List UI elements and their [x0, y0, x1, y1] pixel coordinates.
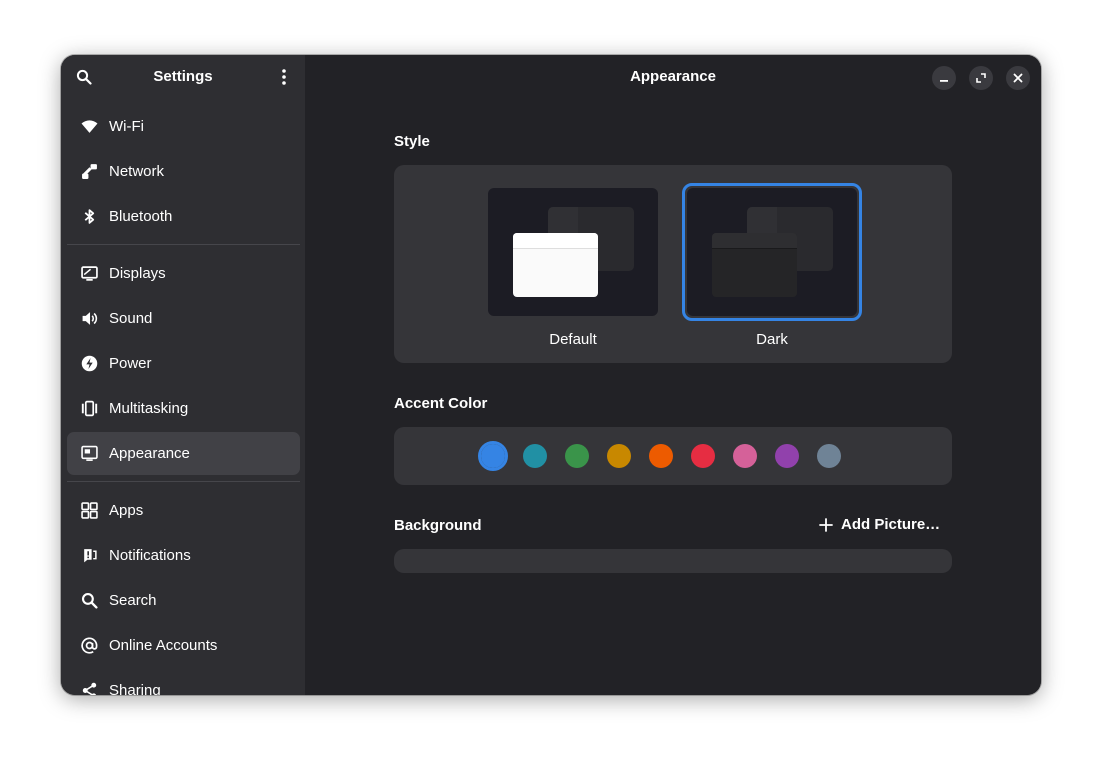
- app-title: Settings: [153, 68, 213, 85]
- display-icon: [80, 265, 98, 283]
- notifications-icon: [80, 547, 98, 565]
- sidebar-item-label: Search: [109, 592, 157, 609]
- apps-grid-icon: [80, 502, 98, 520]
- plus-icon: [819, 517, 833, 532]
- accent-color-heading: Accent Color: [394, 395, 488, 412]
- style-heading: Style: [394, 133, 430, 150]
- sidebar-item-label: Notifications: [109, 547, 191, 564]
- sidebar-item-bluetooth[interactable]: Bluetooth: [67, 195, 300, 238]
- accent-color-swatch[interactable]: [523, 444, 547, 468]
- background-gallery: [394, 549, 952, 573]
- accent-color-swatch[interactable]: [691, 444, 715, 468]
- accent-color-card: [394, 427, 952, 485]
- accent-color-swatch[interactable]: [481, 444, 505, 468]
- sidebar-item-power[interactable]: Power: [67, 342, 300, 385]
- sidebar-item-appearance[interactable]: Appearance: [67, 432, 300, 475]
- minimize-icon: [940, 80, 948, 82]
- add-picture-label: Add Picture…: [841, 516, 941, 533]
- multitasking-icon: [80, 400, 98, 418]
- sidebar-header: Settings: [61, 55, 305, 101]
- main-menu-button[interactable]: [277, 67, 291, 87]
- sidebar-item-notifications[interactable]: Notifications: [67, 534, 300, 577]
- sidebar-item-label: Power: [109, 355, 152, 372]
- sidebar-item-label: Apps: [109, 502, 144, 519]
- style-option-label: Dark: [756, 331, 788, 348]
- accent-color-swatch[interactable]: [565, 444, 589, 468]
- add-picture-button[interactable]: Add Picture…: [819, 516, 940, 533]
- close-icon: [1013, 73, 1023, 83]
- sidebar-item-label: Network: [109, 163, 165, 180]
- sidebar-item-apps[interactable]: Apps: [67, 489, 300, 532]
- main-content: Appearance Style Default Dark Accent Col…: [305, 55, 1041, 695]
- accent-color-swatch[interactable]: [817, 444, 841, 468]
- sidebar-list: Wi-Fi Network Bluetooth Displays Sound P…: [67, 105, 300, 695]
- style-card: Default Dark: [394, 165, 952, 363]
- wifi-icon: [80, 118, 98, 136]
- sidebar: Settings Wi-Fi Network Bluetooth Display…: [61, 55, 305, 695]
- maximize-button[interactable]: [969, 66, 993, 90]
- sidebar-item-label: Displays: [109, 265, 166, 282]
- close-button[interactable]: [1006, 66, 1030, 90]
- sidebar-item-label: Wi-Fi: [109, 118, 144, 135]
- dark-preview: [687, 188, 857, 316]
- share-icon: [80, 682, 98, 695]
- accent-color-swatch[interactable]: [649, 444, 673, 468]
- sidebar-item-label: Bluetooth: [109, 208, 173, 225]
- accent-color-swatch[interactable]: [607, 444, 631, 468]
- sidebar-item-sharing[interactable]: Sharing: [67, 669, 300, 695]
- sidebar-item-search[interactable]: Search: [67, 579, 300, 622]
- bluetooth-icon: [80, 208, 98, 226]
- accent-color-swatch[interactable]: [775, 444, 799, 468]
- header-bar: Appearance: [305, 55, 1041, 101]
- sidebar-item-label: Sound: [109, 310, 153, 327]
- sidebar-item-displays[interactable]: Displays: [67, 252, 300, 295]
- style-option-default[interactable]: Default: [488, 188, 658, 348]
- default-preview: [488, 188, 658, 316]
- sidebar-separator: [67, 244, 300, 245]
- sidebar-item-label: Sharing: [109, 682, 161, 695]
- sidebar-item-network[interactable]: Network: [67, 150, 300, 193]
- sidebar-item-online-accounts[interactable]: Online Accounts: [67, 624, 300, 667]
- accent-color-swatch[interactable]: [733, 444, 757, 468]
- search-icon: [80, 592, 98, 610]
- at-sign-icon: [80, 637, 98, 655]
- network-icon: [80, 163, 98, 181]
- sidebar-item-label: Appearance: [109, 445, 190, 462]
- power-icon: [80, 355, 98, 373]
- background-heading: Background: [394, 517, 482, 534]
- minimize-button[interactable]: [932, 66, 956, 90]
- maximize-icon: [976, 73, 986, 83]
- appearance-icon: [80, 445, 98, 463]
- settings-window: Settings Wi-Fi Network Bluetooth Display…: [61, 55, 1041, 695]
- sidebar-item-multitasking[interactable]: Multitasking: [67, 387, 300, 430]
- sidebar-item-wifi[interactable]: Wi-Fi: [67, 105, 300, 148]
- page-title: Appearance: [630, 68, 716, 85]
- sidebar-separator: [67, 481, 300, 482]
- sidebar-item-label: Multitasking: [109, 400, 189, 417]
- style-option-label: Default: [549, 331, 597, 348]
- sidebar-item-label: Online Accounts: [109, 637, 218, 654]
- style-option-dark[interactable]: Dark: [682, 183, 862, 348]
- sidebar-item-sound[interactable]: Sound: [67, 297, 300, 340]
- kebab-menu-icon: [282, 69, 286, 85]
- speaker-icon: [80, 310, 98, 328]
